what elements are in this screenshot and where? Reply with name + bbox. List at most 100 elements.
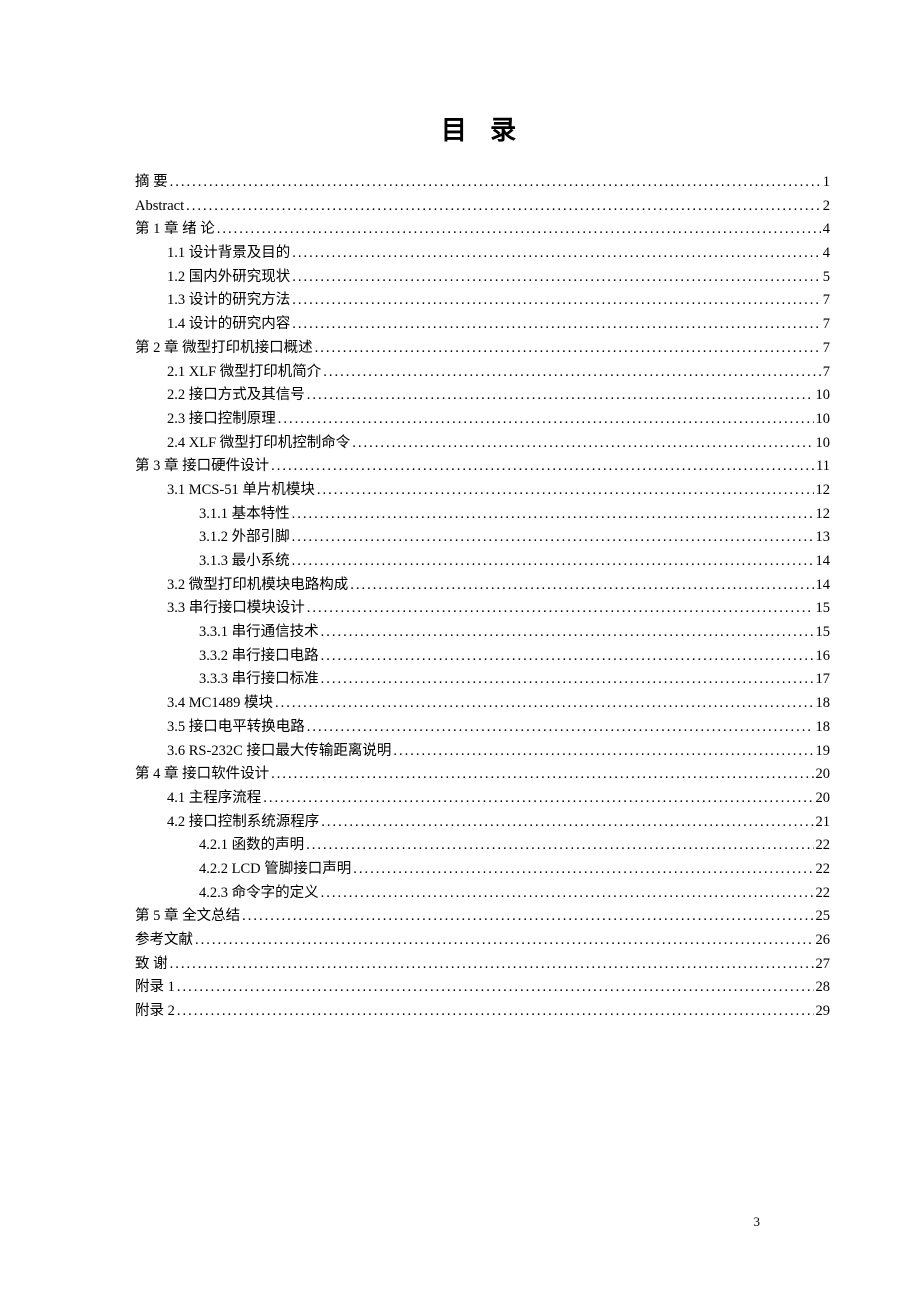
toc-entry-page: 11 [816,459,830,474]
toc-leader-dots [177,980,814,995]
toc-leader-dots [217,222,821,237]
toc-entry: 附录 229 [135,1004,830,1019]
toc-entry-page: 16 [816,649,831,664]
toc-entry-page: 18 [816,696,831,711]
toc-entry-page: 10 [816,436,831,451]
toc-entry: 1.2 国内外研究现状 5 [135,270,830,285]
toc-entry: 摘 要1 [135,175,830,190]
toc-entry-page: 13 [816,530,831,545]
toc-entry-label: 第 3 章 接口硬件设计 [135,459,269,474]
toc-entry-page: 18 [816,720,831,735]
toc-entry: 4.2.3 命令字的定义 22 [135,886,830,901]
toc-entry-page: 15 [816,625,831,640]
toc-entry: 3.5 接口电平转换电路 18 [135,720,830,735]
toc-entry-page: 7 [823,317,830,332]
toc-entry: 4.2 接口控制系统源程序21 [135,815,830,830]
toc-entry-page: 22 [816,886,831,901]
toc-entry: 4.2.1 函数的声明22 [135,838,830,853]
toc-leader-dots [321,815,813,830]
toc-entry: 4.2.2 LCD 管脚接口声明22 [135,862,830,877]
toc-leader-dots [195,933,814,948]
toc-entry-label: 4.2.1 函数的声明 [199,838,304,853]
toc-entry-label: 1.2 国内外研究现状 [167,270,290,285]
toc-leader-dots [315,341,821,356]
toc-leader-dots [353,862,813,877]
toc-entry-label: 第 4 章 接口软件设计 [135,767,269,782]
toc-entry-page: 14 [816,578,831,593]
toc-entry: 1.3 设计的研究方法7 [135,293,830,308]
toc-entry: 3.4 MC1489 模块18 [135,696,830,711]
toc-leader-dots [323,365,820,380]
toc-entry: 3.1.3 最小系统14 [135,554,830,569]
toc-entry-label: 3.1.1 基本特性 [199,507,290,522]
toc-leader-dots [271,767,813,782]
toc-entry: 2.4 XLF 微型打印机控制命令10 [135,436,830,451]
toc-leader-dots [170,957,814,972]
toc-entry: 3.3.1 串行通信技术 15 [135,625,830,640]
toc-entry-label: 3.1.3 最小系统 [199,554,290,569]
toc-entry-label: 3.3 串行接口模块设计 [167,601,305,616]
toc-entry-label: 第 5 章 全文总结 [135,909,240,924]
table-of-contents: 摘 要1Abstract2第 1 章 绪 论41.1 设计背景及目的41.2 国… [135,175,830,1019]
toc-entry-label: 3.6 RS-232C 接口最大传输距离说明 [167,744,391,759]
toc-entry-label: 3.3.1 串行通信技术 [199,625,319,640]
toc-entry-page: 29 [816,1004,831,1019]
toc-entry: 参考文献26 [135,933,830,948]
toc-leader-dots [263,791,813,806]
toc-entry: 4.1 主程序流程 20 [135,791,830,806]
toc-leader-dots [317,483,814,498]
toc-leader-dots [306,838,813,853]
toc-leader-dots [292,554,814,569]
toc-entry-page: 4 [823,246,830,261]
toc-entry-label: 参考文献 [135,933,193,948]
toc-entry: 第 1 章 绪 论4 [135,222,830,237]
toc-entry-label: 2.3 接口控制原理 [167,412,276,427]
toc-entry: 3.3.3 串行接口标准17 [135,672,830,687]
toc-entry: 3.1.1 基本特性12 [135,507,830,522]
toc-entry-page: 19 [816,744,831,759]
toc-entry: 2.1 XLF 微型打印机简介7 [135,365,830,380]
toc-entry-label: 3.5 接口电平转换电路 [167,720,305,735]
toc-leader-dots [271,459,814,474]
toc-entry-label: 摘 要 [135,175,168,190]
toc-entry: 第 4 章 接口软件设计 20 [135,767,830,782]
toc-entry-page: 10 [816,412,831,427]
toc-entry-label: 3.1.2 外部引脚 [199,530,290,545]
toc-entry: 3.3.2 串行接口电路 16 [135,649,830,664]
toc-entry-page: 27 [816,957,831,972]
toc-leader-dots [393,744,813,759]
toc-entry-page: 20 [816,791,831,806]
toc-entry-label: 2.1 XLF 微型打印机简介 [167,365,321,380]
toc-title: 目 录 [135,110,830,147]
toc-leader-dots [242,909,813,924]
toc-leader-dots [292,270,821,285]
toc-entry: 3.6 RS-232C 接口最大传输距离说明 19 [135,744,830,759]
toc-entry-page: 7 [823,341,830,356]
toc-entry-page: 17 [816,672,831,687]
toc-entry-label: 第 2 章 微型打印机接口概述 [135,341,313,356]
toc-entry: 3.2 微型打印机模块电路构成14 [135,578,830,593]
toc-entry-page: 5 [823,270,830,285]
toc-entry-label: 4.2.3 命令字的定义 [199,886,319,901]
toc-entry-label: 4.1 主程序流程 [167,791,261,806]
toc-entry-label: Abstract [135,199,184,214]
toc-entry-page: 28 [816,980,831,995]
toc-entry-label: 3.1 MCS-51 单片机模块 [167,483,315,498]
toc-leader-dots [186,199,821,214]
toc-entry-page: 20 [816,767,831,782]
toc-entry: 3.1.2 外部引脚 13 [135,530,830,545]
toc-leader-dots [321,649,814,664]
toc-entry: 第 2 章 微型打印机接口概述 7 [135,341,830,356]
toc-entry: 1.4 设计的研究内容7 [135,317,830,332]
toc-entry-label: 1.3 设计的研究方法 [167,293,290,308]
toc-entry: 致 谢27 [135,957,830,972]
toc-entry-page: 4 [823,222,830,237]
toc-entry-page: 15 [816,601,831,616]
toc-leader-dots [170,175,821,190]
toc-leader-dots [321,625,814,640]
toc-entry-page: 22 [816,862,831,877]
toc-entry-label: 3.3.2 串行接口电路 [199,649,319,664]
toc-leader-dots [292,293,821,308]
toc-entry: 2.2 接口方式及其信号10 [135,388,830,403]
toc-entry: 2.3 接口控制原理 10 [135,412,830,427]
